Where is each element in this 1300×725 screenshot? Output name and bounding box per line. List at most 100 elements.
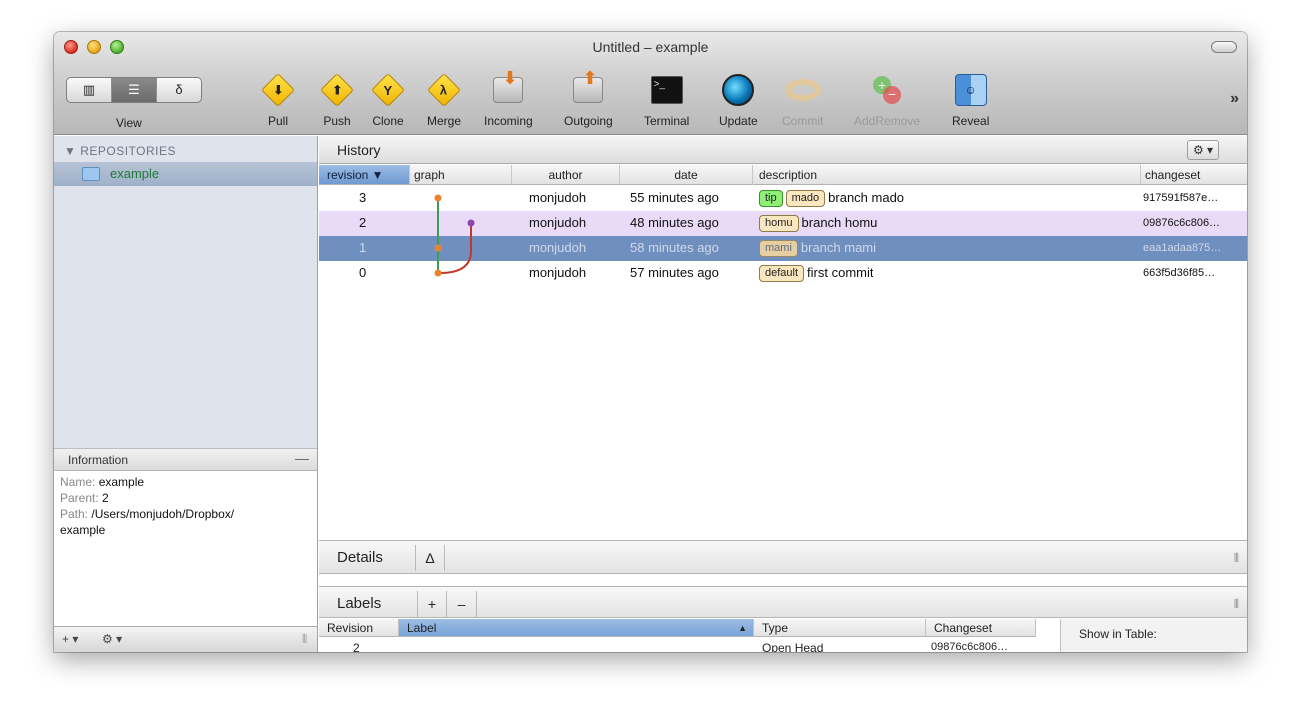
info-parent-value: 2 — [102, 491, 109, 505]
tag-badge: mado — [785, 190, 826, 208]
clone-button[interactable]: Y Clone — [370, 72, 406, 128]
addremove-icon: + − — [871, 74, 903, 106]
row-author: monjudoh — [529, 190, 587, 205]
terminal-button[interactable]: >_ Terminal — [644, 72, 689, 128]
graph-node — [434, 244, 442, 252]
repository-item-example[interactable]: example — [54, 162, 317, 186]
labels-column-changeset[interactable]: Changeset — [926, 619, 1036, 637]
row-date: 57 minutes ago — [630, 265, 719, 280]
terminal-label: Terminal — [644, 114, 690, 128]
labels-column-label-text: Label — [407, 621, 437, 635]
outgoing-icon: ⬆ — [573, 68, 604, 103]
revision-graph — [434, 194, 475, 277]
sidebar-gear-button[interactable]: ⚙ ▾ — [102, 632, 122, 646]
labels-column-revision[interactable]: Revision — [319, 619, 399, 637]
history-header: History ⚙ ▾ — [319, 136, 1247, 164]
column-changeset[interactable]: changeset — [1141, 165, 1247, 185]
remove-label-button[interactable]: – — [447, 591, 477, 617]
collapse-icon[interactable]: — — [295, 450, 309, 466]
pull-icon: ⬇ — [261, 73, 295, 107]
reveal-icon: ☺ — [954, 74, 987, 106]
tag-badge: default — [759, 265, 805, 283]
row-author: monjudoh — [529, 240, 587, 255]
label-row-revision: 2 — [353, 641, 360, 652]
graph-edge — [439, 250, 472, 274]
row-description-text: first commit — [807, 265, 874, 280]
add-label-button[interactable]: + — [417, 591, 447, 617]
row-date: 48 minutes ago — [630, 215, 719, 230]
incoming-icon: ⬇ — [493, 68, 524, 103]
details-bar: Details Δ ⦀ — [319, 540, 1247, 574]
info-path-key: Path: — [60, 507, 89, 521]
info-path-value: /Users/monjudoh/Dropbox/ — [91, 507, 235, 521]
repositories-header[interactable]: ▼ REPOSITORIES — [64, 144, 176, 158]
information-panel: Information — Name: example Parent: 2 Pa… — [54, 448, 317, 626]
graph-node — [434, 269, 442, 277]
merge-button[interactable]: λ Merge — [426, 72, 462, 128]
view-list-segment[interactable]: ☰ — [112, 78, 157, 102]
history-gear-button[interactable]: ⚙ ▾ — [1187, 140, 1219, 160]
row-description: tip mado branch mado — [759, 190, 905, 208]
row-revision: 2 — [359, 215, 367, 230]
view-segmented-control[interactable]: ▥ ☰ δ — [66, 77, 202, 103]
view-diff-segment[interactable]: δ — [157, 78, 201, 102]
merge-icon: λ — [427, 73, 461, 107]
push-icon: ⬆ — [320, 73, 354, 107]
clone-icon: Y — [371, 73, 405, 107]
tag-badge: tip — [759, 190, 783, 208]
row-changeset: eaa1adaa875… — [1143, 242, 1222, 254]
info-path-value-cont: example — [60, 523, 106, 537]
update-button[interactable]: Update — [719, 72, 758, 128]
sort-ascending-icon: ▲ — [738, 623, 747, 633]
row-description: mami branch mami — [759, 240, 876, 258]
column-revision[interactable]: revision ▼ — [319, 165, 410, 185]
row-changeset: 663f5d36f85… — [1143, 267, 1216, 279]
push-button[interactable]: ⬆ Push — [319, 72, 355, 128]
column-author[interactable]: author — [512, 165, 620, 185]
pull-button[interactable]: ⬇ Pull — [260, 72, 296, 128]
reveal-button[interactable]: ☺ Reveal — [952, 72, 989, 128]
view-sidebar-segment[interactable]: ▥ — [67, 78, 112, 102]
row-description: homu branch homu — [759, 215, 878, 233]
graph-node — [434, 194, 442, 202]
graph-node — [467, 219, 475, 227]
labels-column-label[interactable]: Label ▲ — [399, 619, 754, 637]
column-date[interactable]: date — [620, 165, 753, 185]
row-revision: 0 — [359, 265, 367, 280]
labels-column-type[interactable]: Type — [754, 619, 926, 637]
label-row-changeset: 09876c6c806… — [931, 641, 1009, 652]
labels-row[interactable]: 2 Open Head 09876c6c806… — [319, 638, 1059, 652]
terminal-icon: >_ — [650, 76, 683, 104]
resize-grip-icon[interactable]: ⦀ — [302, 632, 307, 647]
commit-icon — [784, 79, 821, 101]
info-parent-key: Parent: — [60, 491, 99, 505]
tag-badge: homu — [759, 215, 799, 233]
information-header: Information — — [54, 449, 317, 471]
update-icon — [722, 74, 755, 106]
main-panel: History ⚙ ▾ revision ▼ graph author date… — [319, 136, 1247, 652]
addremove-button[interactable]: + − AddRemove — [854, 72, 920, 128]
toolbar-overflow-icon[interactable]: » — [1230, 90, 1239, 108]
add-repository-button[interactable]: + ▾ — [62, 632, 78, 646]
column-description[interactable]: description — [753, 165, 1141, 185]
row-changeset: 09876c6c806… — [1143, 217, 1221, 229]
commit-button[interactable]: Commit — [782, 72, 823, 128]
history-title: History — [337, 142, 381, 158]
row-description-text: branch mado — [828, 190, 905, 205]
outgoing-button[interactable]: ⬆ Outgoing — [564, 68, 613, 128]
window-title: Untitled – example — [592, 39, 709, 55]
toolbar-toggle-button[interactable] — [1211, 41, 1237, 53]
update-label: Update — [719, 114, 758, 128]
incoming-button[interactable]: ⬇ Incoming — [484, 68, 533, 128]
labels-grip-icon[interactable]: ⦀ — [1234, 597, 1239, 612]
row-description-text: branch homu — [801, 215, 878, 230]
tag-badge: mami — [759, 240, 798, 258]
incoming-label: Incoming — [484, 114, 533, 128]
column-graph[interactable]: graph — [410, 165, 512, 185]
addremove-label: AddRemove — [854, 114, 921, 128]
labels-title[interactable]: Labels — [337, 595, 381, 612]
view-label: View — [116, 116, 142, 130]
delta-button[interactable]: Δ — [415, 545, 445, 571]
details-title[interactable]: Details — [337, 549, 383, 566]
details-grip-icon[interactable]: ⦀ — [1234, 551, 1239, 566]
